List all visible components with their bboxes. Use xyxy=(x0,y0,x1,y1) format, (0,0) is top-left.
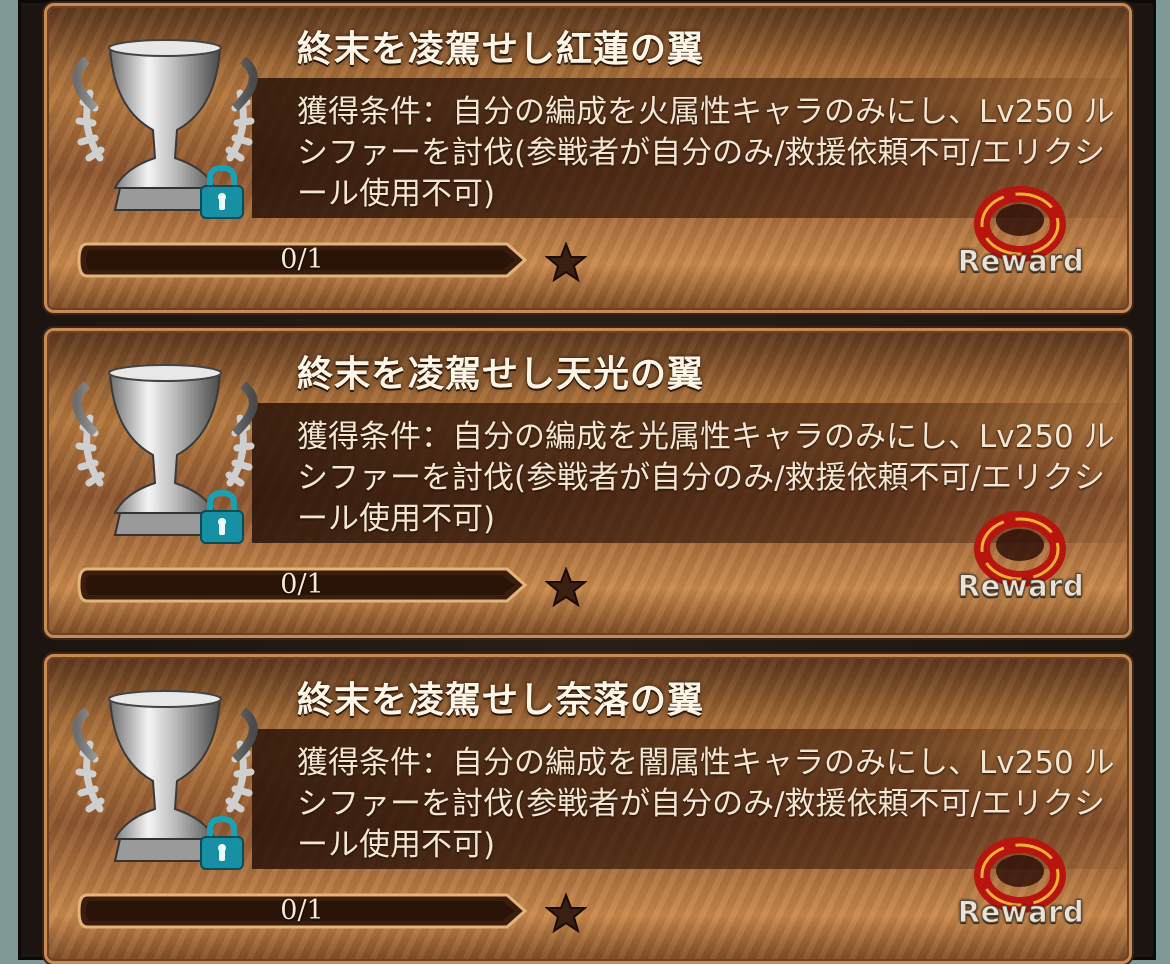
reward-label[interactable]: Reward xyxy=(953,244,1089,279)
lock-icon xyxy=(200,815,244,870)
achievement-list: 終末を凌駕せし紅蓮の翼 獲得条件：自分の編成を火属性キャラのみにし、Lv250 … xyxy=(0,0,1170,964)
star-icon xyxy=(545,893,587,933)
achievement-card[interactable]: 終末を凌駕せし紅蓮の翼 獲得条件：自分の編成を火属性キャラのみにし、Lv250 … xyxy=(44,3,1132,313)
achievement-title: 終末を凌駕せし天光の翼 xyxy=(297,354,705,395)
progress-text: 0/1 xyxy=(280,244,324,275)
achievement-title: 終末を凌駕せし紅蓮の翼 xyxy=(297,29,705,70)
progress-text: 0/1 xyxy=(280,895,324,926)
achievement-title: 終末を凌駕せし奈落の翼 xyxy=(297,680,705,721)
progress-text: 0/1 xyxy=(280,569,324,600)
star-icon xyxy=(545,567,587,607)
reward-label[interactable]: Reward xyxy=(953,569,1089,604)
achievement-card[interactable]: 終末を凌駕せし天光の翼 獲得条件：自分の編成を光属性キャラのみにし、Lv250 … xyxy=(44,328,1132,638)
achievement-card[interactable]: 終末を凌駕せし奈落の翼 獲得条件：自分の編成を闇属性キャラのみにし、Lv250 … xyxy=(44,654,1132,964)
reward-label[interactable]: Reward xyxy=(953,895,1089,930)
lock-icon xyxy=(200,164,244,219)
lock-icon xyxy=(200,489,244,544)
star-icon xyxy=(545,242,587,282)
